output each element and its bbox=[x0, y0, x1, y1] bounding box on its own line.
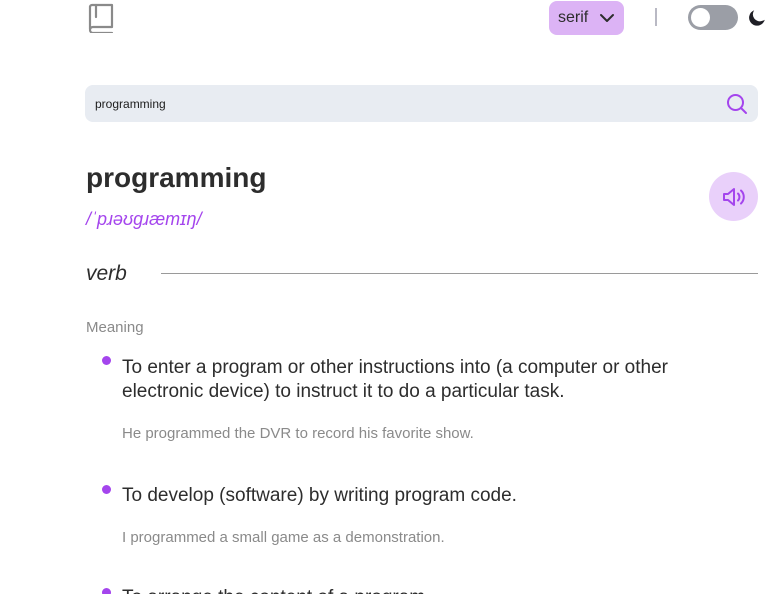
definition-text: To enter a program or other instructions… bbox=[122, 357, 668, 402]
theme-toggle[interactable] bbox=[688, 5, 738, 30]
word-title: programming bbox=[86, 162, 267, 193]
dictionary-page: serif programming /ˈpɹəʊɡɹæmɪŋ/ verb Mea… bbox=[0, 0, 777, 594]
definition-example: I programmed a small game as a demonstra… bbox=[122, 529, 445, 546]
search-icon[interactable] bbox=[726, 93, 748, 115]
definition-text: To arrange the content of a program bbox=[122, 586, 752, 594]
font-family-select[interactable]: serif bbox=[549, 1, 624, 35]
search-bar bbox=[85, 85, 758, 122]
speaker-icon bbox=[722, 187, 745, 206]
search-input[interactable] bbox=[85, 85, 705, 122]
chevron-down-icon bbox=[600, 14, 614, 22]
definition-bullet bbox=[102, 356, 111, 365]
definition-bullet bbox=[102, 588, 111, 594]
phonetic-text: /ˈpɹəʊɡɹæmɪŋ/ bbox=[86, 209, 202, 229]
header-divider bbox=[655, 8, 657, 26]
play-audio-button[interactable] bbox=[709, 172, 758, 221]
toggle-knob bbox=[691, 8, 710, 27]
font-select-value: serif bbox=[558, 9, 589, 26]
definition-bullet bbox=[102, 485, 111, 494]
meaning-heading: Meaning bbox=[86, 319, 144, 336]
definition-example: He programmed the DVR to record his favo… bbox=[122, 425, 474, 442]
part-of-speech: verb bbox=[86, 262, 127, 285]
section-divider bbox=[161, 273, 758, 274]
definition-text: To develop (software) by writing program… bbox=[122, 485, 517, 506]
moon-icon bbox=[749, 10, 765, 26]
book-icon[interactable] bbox=[87, 3, 115, 33]
